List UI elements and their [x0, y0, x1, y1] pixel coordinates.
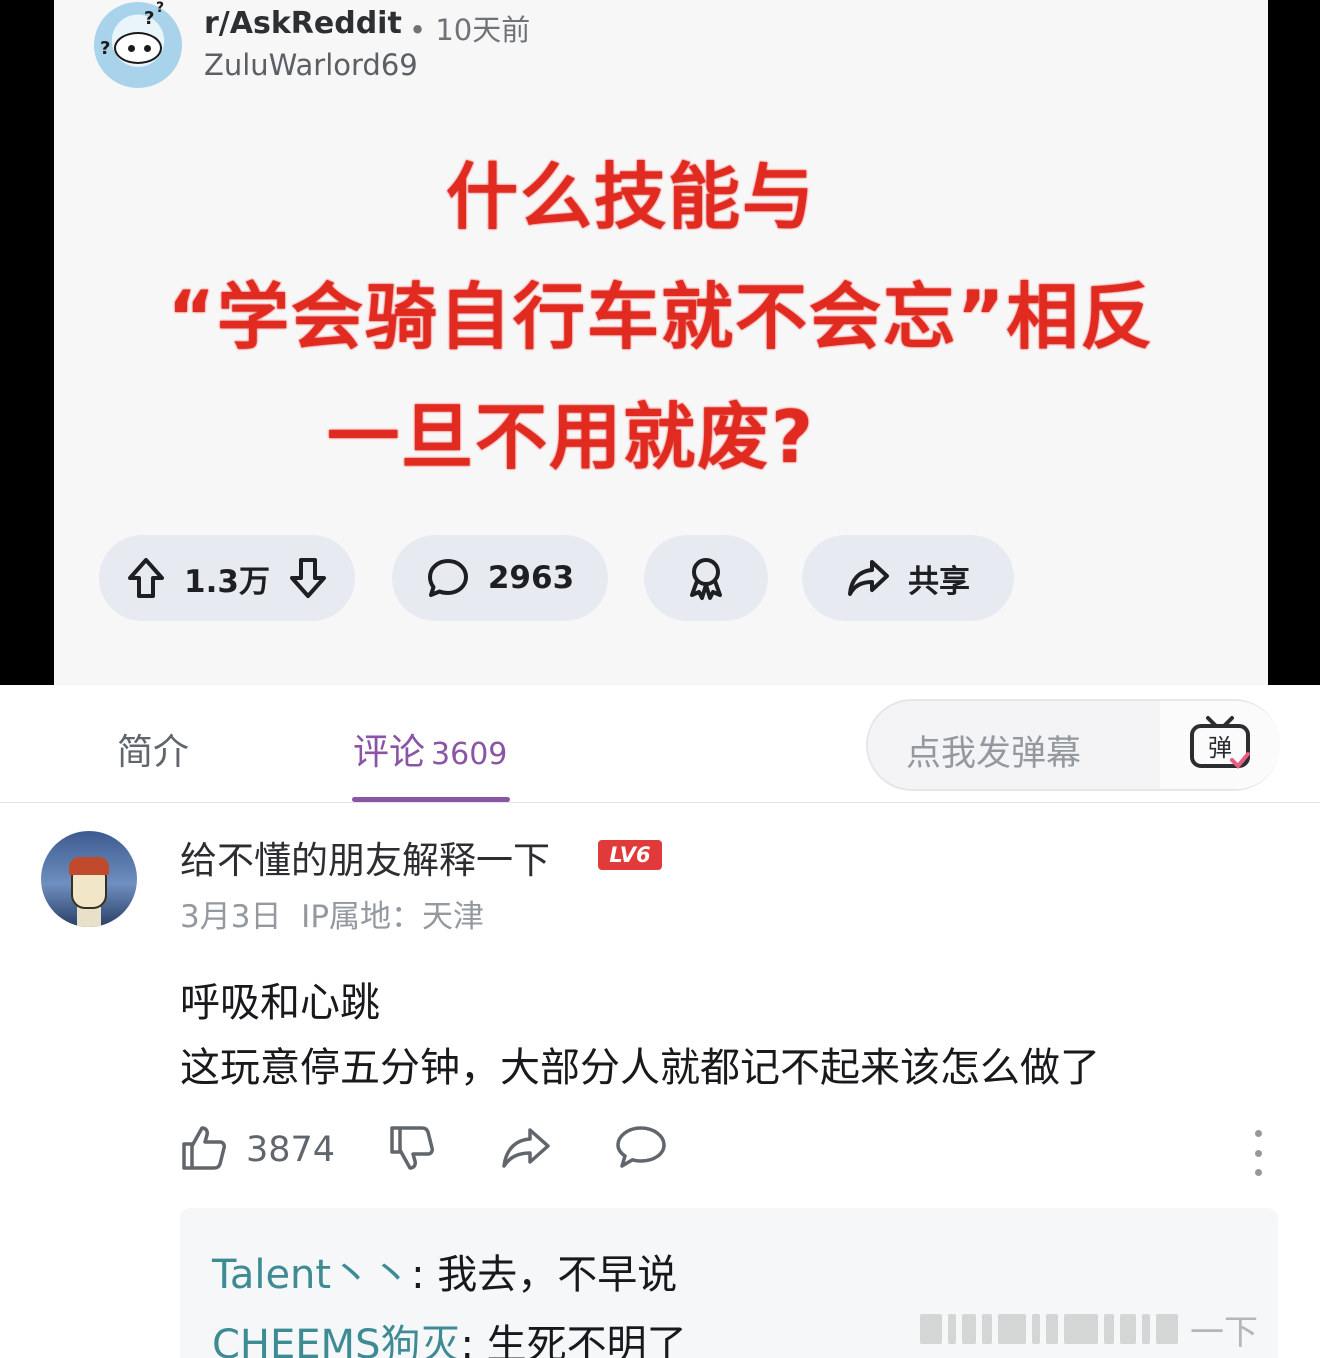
comment-share-button[interactable] — [500, 1124, 552, 1174]
danmaku-button-label: 弹 — [1208, 734, 1232, 762]
post-time-value: 10天前 — [435, 13, 531, 47]
reply-item: CHEEMS狗灭: 生死不明了 — [212, 1312, 687, 1358]
reddit-post-card: ? ? ? r/AskReddit • 10天前 ZuluWarlord69 什… — [54, 0, 1268, 685]
vote-pill: 1.3万 — [99, 535, 355, 621]
subreddit-avatar: ? ? ? — [94, 0, 182, 88]
like-count: 3874 — [246, 1130, 336, 1170]
danmaku-tv-icon: 弹 — [1188, 714, 1252, 776]
tab-comments[interactable]: 评论 3609 — [353, 723, 507, 775]
reply-text: 生死不明了 — [486, 1322, 687, 1358]
award-icon — [684, 555, 728, 601]
watermark: 一下 — [920, 1305, 1310, 1353]
award-button[interactable] — [644, 535, 768, 621]
commenter-username[interactable]: 给不懂的朋友解释一下 — [180, 830, 550, 884]
reply-bubble-icon — [614, 1124, 668, 1174]
reply-username[interactable]: CHEEMS狗灭 — [212, 1322, 460, 1358]
commenter-avatar[interactable] — [41, 831, 137, 927]
post-author[interactable]: ZuluWarlord69 — [204, 48, 418, 82]
tab-comments-label: 评论 — [353, 732, 426, 773]
thumb-down-icon — [388, 1124, 436, 1176]
thumb-up-icon — [180, 1124, 228, 1176]
more-vertical-icon[interactable] — [1250, 1130, 1266, 1176]
comment-count: 2963 — [487, 560, 575, 596]
comment-date: 3月3日 — [180, 899, 282, 935]
dislike-button[interactable] — [388, 1124, 436, 1176]
post-time: • 10天前 — [409, 13, 531, 47]
reply-button[interactable] — [614, 1124, 668, 1174]
watermark-text: 一下 — [1190, 1312, 1258, 1353]
share-pill[interactable]: 共享 — [802, 535, 1014, 621]
share-icon — [500, 1124, 552, 1174]
danmaku-placeholder: 点我发弹幕 — [906, 734, 1082, 774]
vote-count: 1.3万 — [184, 563, 270, 600]
comment-meta: 3月3日 IP属地：天津 — [180, 891, 484, 936]
subreddit-name[interactable]: r/AskReddit — [204, 6, 402, 41]
video-player[interactable]: ? ? ? r/AskReddit • 10天前 ZuluWarlord69 什… — [0, 0, 1320, 685]
tab-intro[interactable]: 简介 — [117, 723, 189, 775]
danmaku-input[interactable]: 点我发弹幕 弹 — [866, 699, 1280, 791]
downvote-icon[interactable] — [288, 556, 328, 600]
danmaku-toggle-button[interactable]: 弹 — [1160, 701, 1280, 789]
upvote-icon[interactable] — [126, 556, 166, 600]
comment-text-line-2: 这玩意停五分钟，大部分人就都记不起来该怎么做了 — [180, 1045, 1100, 1091]
share-label: 共享 — [908, 563, 970, 600]
comment-text-line-1: 呼吸和心跳 — [180, 980, 380, 1026]
comments-pill[interactable]: 2963 — [392, 535, 608, 621]
reply-item: Talent丶丶: 我去，不早说 — [212, 1252, 678, 1298]
reply-text: 我去，不早说 — [437, 1252, 678, 1298]
tab-comments-count: 3609 — [431, 737, 508, 772]
post-title-line-3: 一旦不用就废? — [327, 395, 815, 479]
share-arrow-icon — [846, 558, 890, 598]
post-title-line-1: 什么技能与 — [445, 155, 816, 239]
comment-ip: IP属地：天津 — [301, 899, 485, 935]
post-title-line-2: “学会骑自行车就不会忘”相反 — [167, 275, 1155, 359]
comment-bubble-icon — [426, 556, 470, 600]
active-tab-indicator — [352, 797, 510, 802]
tab-bar: 简介 评论 3609 点我发弹幕 弹 — [0, 685, 1320, 803]
like-button[interactable]: 3874 — [180, 1124, 335, 1176]
level-badge: LV6 — [598, 840, 662, 870]
reply-username[interactable]: Talent丶丶 — [212, 1252, 411, 1298]
